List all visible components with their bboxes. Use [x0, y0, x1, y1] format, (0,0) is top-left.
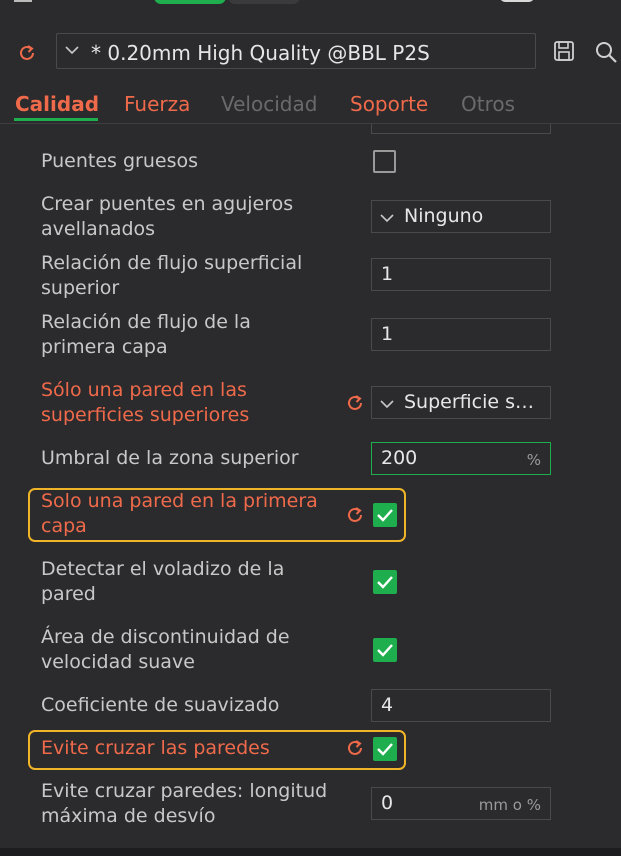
single-wall-top-label-line2: superficies superiores	[41, 404, 250, 426]
smoothing-coefficient-label: Coeficiente de suavizado	[41, 694, 280, 716]
tab-velocidad[interactable]: Velocidad	[221, 92, 317, 116]
checkmark-icon	[377, 576, 393, 589]
settings-tabs: Calidad Fuerza Velocidad Soporte Otros	[0, 86, 621, 124]
top-flow-ratio-label-line2: superior	[41, 277, 120, 299]
mode-pill[interactable]	[228, 0, 300, 4]
single-wall-top-value: Superficie s…	[404, 391, 534, 413]
first-layer-flow-value: 1	[381, 323, 394, 345]
max-detour-unit: mm o %	[478, 796, 541, 814]
smooth-speed-checkbox[interactable]	[373, 638, 397, 662]
top-area-threshold-label: Umbral de la zona superior	[41, 447, 299, 469]
smoothing-coefficient-value: 4	[381, 694, 394, 716]
thick-bridges-label: Puentes gruesos	[41, 150, 199, 172]
detect-overhang-label-line2: pared	[41, 583, 96, 605]
reset-icon[interactable]	[344, 504, 366, 526]
save-icon[interactable]	[553, 40, 575, 62]
smoothing-coefficient-input[interactable]: 4	[371, 689, 551, 722]
top-area-threshold-input[interactable]: 200 %	[371, 442, 551, 475]
single-wall-first-layer-checkbox[interactable]	[373, 503, 397, 527]
bottom-border	[0, 848, 621, 856]
active-mode-pill[interactable]	[154, 0, 226, 4]
first-layer-flow-label-line2: primera capa	[41, 336, 168, 358]
max-detour-input[interactable]: 0 mm o %	[371, 787, 551, 820]
countersunk-bridges-label-line2: avellanados	[41, 218, 156, 240]
smooth-speed-label-line1: Área de discontinuidad de	[41, 626, 290, 648]
avoid-crossing-walls-label: Evite cruzar las paredes	[41, 737, 270, 759]
tab-fuerza[interactable]: Fuerza	[124, 92, 190, 116]
menu-icon[interactable]	[14, 0, 32, 2]
single-wall-first-layer-label-line2: capa	[41, 515, 87, 537]
top-area-threshold-value: 200	[381, 447, 418, 469]
countersunk-bridges-value: Ninguno	[404, 205, 484, 227]
tab-soporte[interactable]: Soporte	[350, 92, 428, 116]
reset-icon[interactable]	[344, 737, 366, 759]
top-flow-ratio-input[interactable]: 1	[371, 258, 551, 291]
chevron-down-icon	[380, 400, 394, 409]
first-layer-flow-label-line1: Relación de flujo de la	[41, 311, 251, 333]
preset-name: * 0.20mm High Quality @BBL P2S	[91, 41, 430, 65]
top-flow-ratio-label-line1: Relación de flujo superficial	[41, 252, 303, 274]
top-area-threshold-unit: %	[526, 451, 541, 469]
top-flow-ratio-value: 1	[381, 263, 394, 285]
first-layer-flow-input[interactable]: 1	[371, 318, 551, 351]
chevron-down-icon	[65, 46, 79, 55]
single-wall-first-layer-label-line1: Solo una pared en la primera	[41, 490, 318, 512]
checkmark-icon	[377, 644, 393, 657]
detect-overhang-label-line1: Detectar el voladizo de la	[41, 558, 285, 580]
avoid-crossing-walls-checkbox[interactable]	[373, 737, 397, 761]
countersunk-bridges-select[interactable]: Ninguno	[371, 200, 551, 233]
clipped-field	[371, 124, 551, 134]
preset-dropdown[interactable]: * 0.20mm High Quality @BBL P2S	[56, 33, 536, 69]
thick-bridges-checkbox[interactable]	[373, 150, 396, 173]
detect-overhang-checkbox[interactable]	[373, 570, 397, 594]
countersunk-bridges-label-line1: Crear puentes en agujeros	[41, 193, 294, 215]
preset-row: * 0.20mm High Quality @BBL P2S	[0, 30, 621, 72]
single-wall-top-select[interactable]: Superficie s…	[371, 386, 551, 419]
max-detour-label-line2: máxima de desvío	[41, 805, 216, 827]
smooth-speed-label-line2: velocidad suave	[41, 651, 195, 673]
reset-icon[interactable]	[16, 42, 38, 64]
reset-icon[interactable]	[344, 392, 366, 414]
checkmark-icon	[377, 743, 393, 756]
active-tab-underline	[14, 118, 98, 121]
tab-calidad[interactable]: Calidad	[15, 92, 99, 116]
max-detour-value: 0	[381, 792, 394, 814]
top-toolbar-strip	[0, 0, 621, 8]
single-wall-top-label-line1: Sólo una pared en las	[41, 379, 247, 401]
toggle-switch[interactable]	[500, 0, 534, 2]
checkmark-icon	[377, 509, 393, 522]
chevron-down-icon	[380, 214, 394, 223]
max-detour-label-line1: Evite cruzar paredes: longitud	[41, 780, 328, 802]
search-icon[interactable]	[594, 40, 618, 64]
tab-otros[interactable]: Otros	[461, 92, 515, 116]
